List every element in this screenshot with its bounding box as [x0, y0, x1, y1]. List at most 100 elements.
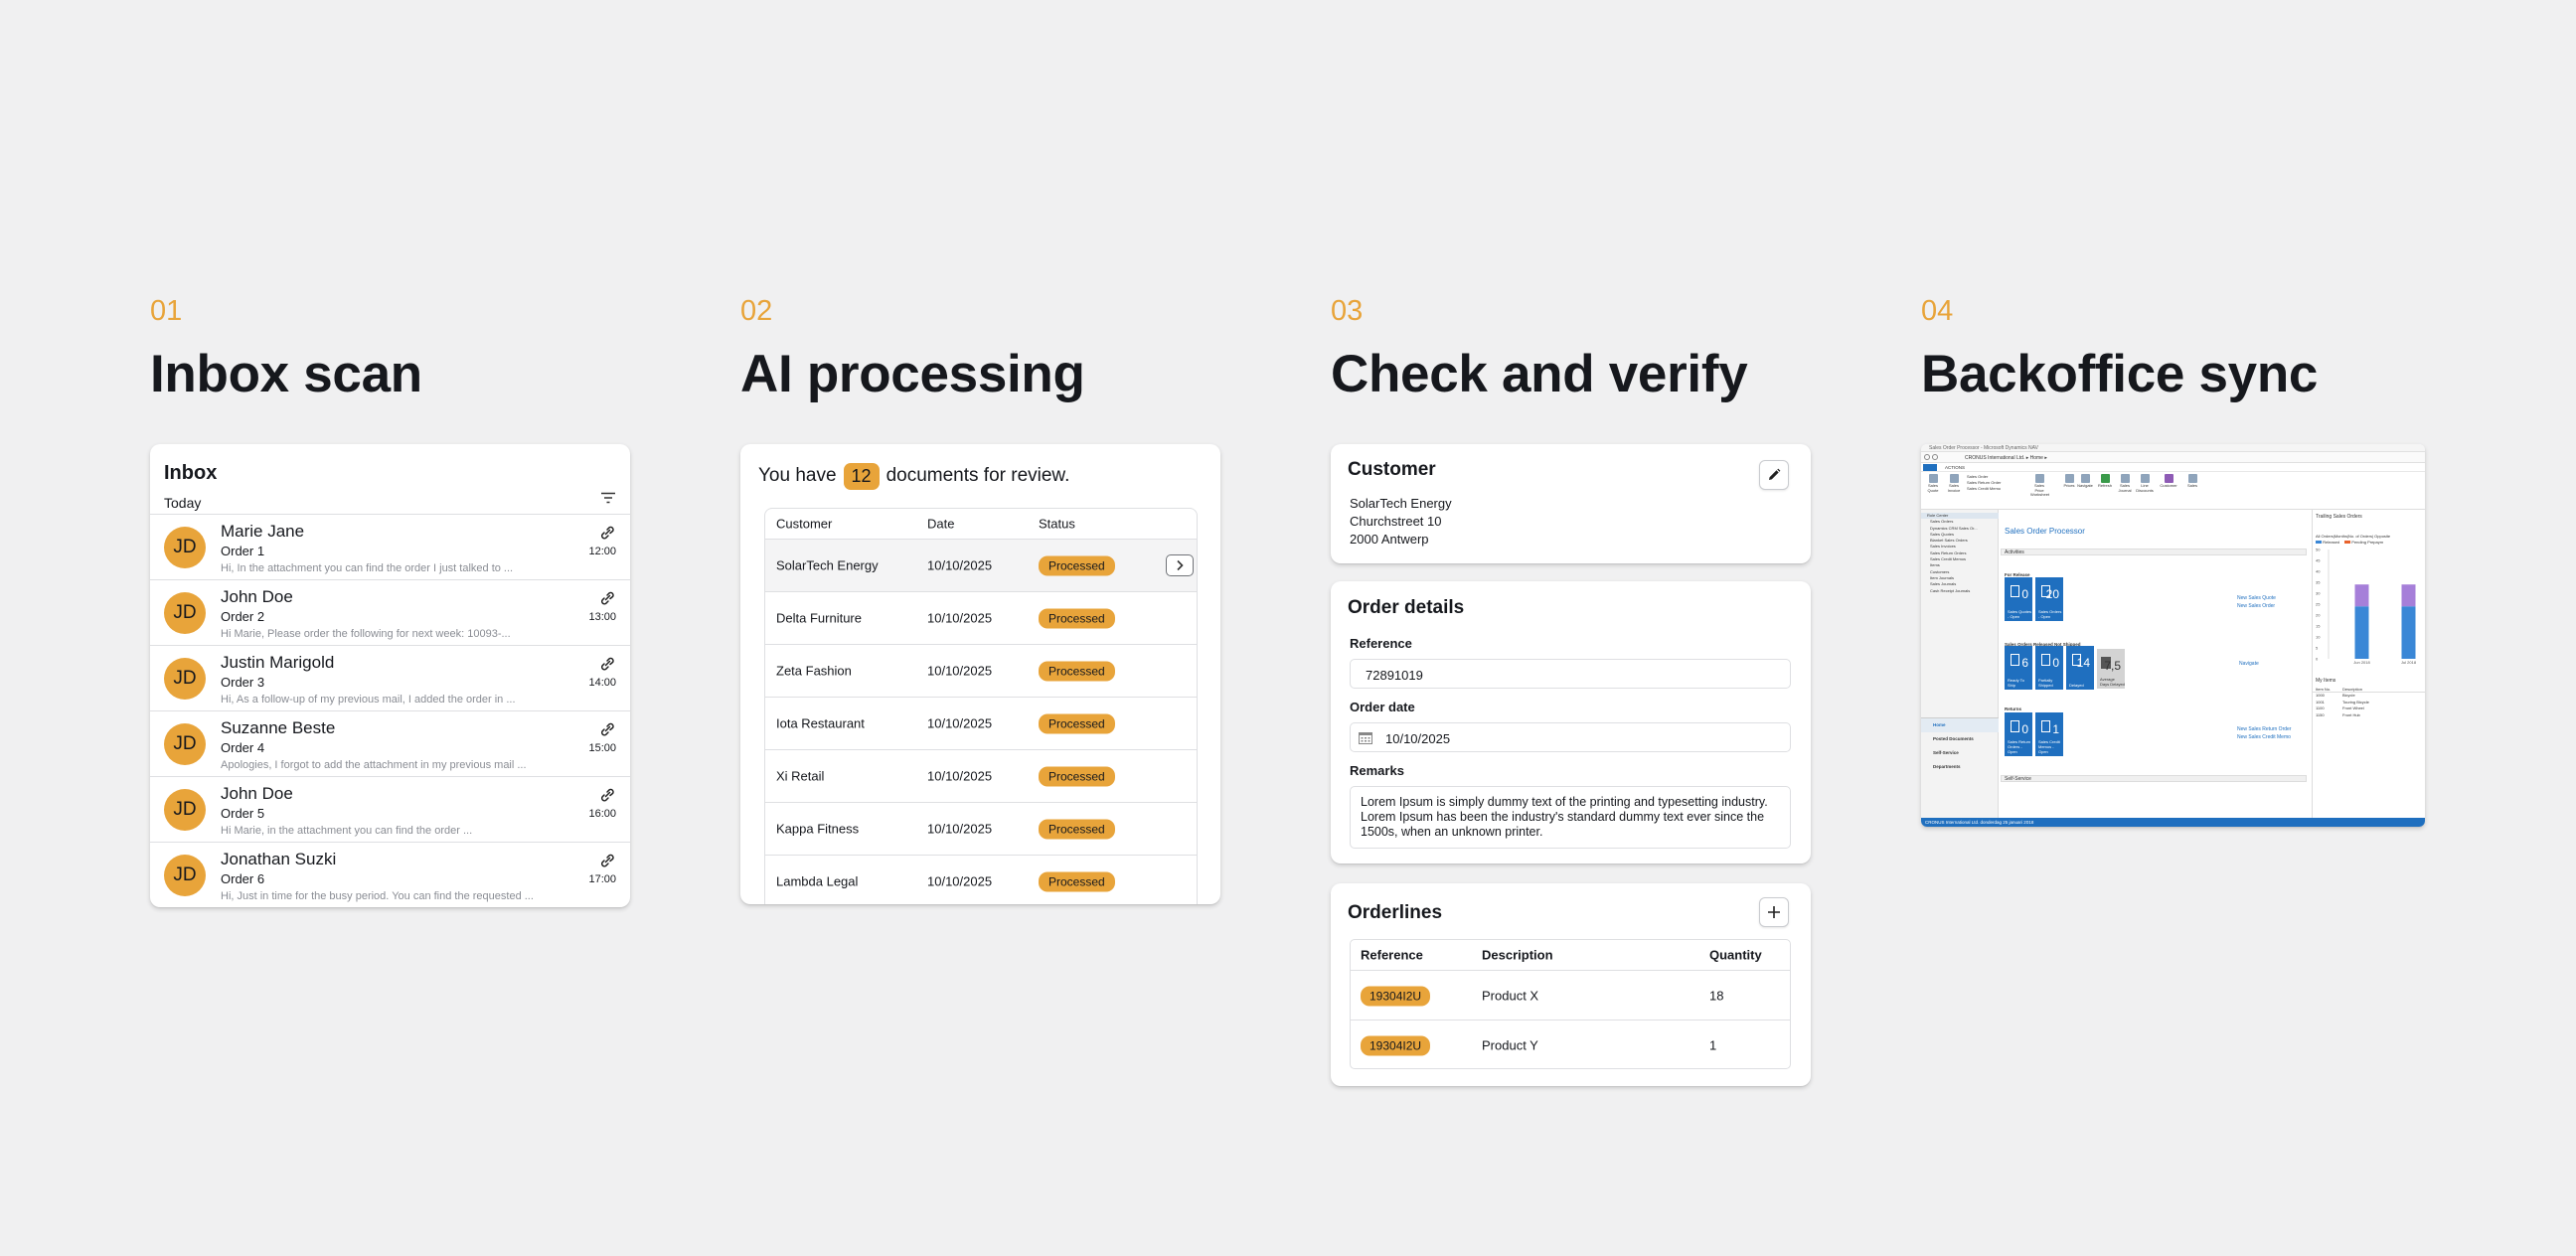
table-row[interactable]: Xi Retail 10/10/2025 Processed [765, 750, 1197, 803]
sidebar-nav-item[interactable]: Posted Documents [1921, 732, 1999, 746]
status-cell: Processed [1039, 819, 1115, 840]
activity-tile[interactable]: 1 Sales Credit Memos - Open [2035, 712, 2063, 756]
step-1: 01 Inbox scan [150, 294, 632, 407]
mail-preview: Hi, As a follow-up of my previous mail, … [221, 694, 516, 706]
avatar: JD [164, 723, 206, 765]
edit-customer-button[interactable] [1759, 460, 1789, 490]
add-orderline-button[interactable] [1759, 897, 1789, 927]
ribbon-button[interactable]: Customer [2160, 474, 2177, 489]
sidebar-nav-item[interactable]: Departments [1921, 760, 1999, 774]
remarks-field[interactable]: Lorem Ipsum is simply dummy text of the … [1350, 786, 1791, 849]
sidebar-item[interactable]: Cash Receipt Journals [1921, 588, 1999, 594]
mail-subject: Order 1 [221, 544, 265, 558]
ribbon-button[interactable]: Navigate [2076, 474, 2094, 489]
open-document-button[interactable] [1166, 554, 1194, 576]
table-row[interactable]: Delta Furniture 10/10/2025 Processed [765, 592, 1197, 645]
activity-tile[interactable]: 0 Sales Return Orders - Open [2005, 712, 2032, 756]
activity-tile[interactable]: 6 Ready To Ship [2005, 646, 2032, 690]
mail-item[interactable]: JD Jonathan Suzki Order 6 Hi, Just in time … [150, 842, 630, 907]
activities-label: Activities [2005, 550, 2024, 555]
ribbon-button[interactable]: Sales Return Order [1967, 480, 2001, 485]
chart-bar[interactable] [2401, 606, 2416, 659]
ribbon-button[interactable]: Sales Credit Memo [1967, 486, 2001, 491]
tick-label: 10 [2316, 635, 2321, 640]
legend-label: Pending Prepaym [2351, 540, 2384, 545]
forward-icon[interactable] [1932, 454, 1938, 460]
table-row[interactable]: Zeta Fashion 10/10/2025 Processed [765, 645, 1197, 698]
step-title: Backoffice sync [1921, 345, 2319, 403]
nav-link[interactable]: New Sales Credit Memo [2237, 734, 2291, 740]
table-row[interactable]: 19304I2U Product Y 1 [1351, 1020, 1790, 1070]
ribbon-button[interactable]: Sales Price Worksheet [2030, 474, 2049, 498]
mail-item[interactable]: JD John Doe Order 2 Hi Marie, Please order … [150, 579, 630, 645]
nav-link[interactable]: New Sales Order [2237, 603, 2275, 609]
status-cell: Processed [1039, 661, 1115, 682]
order-date-field[interactable]: 10/10/2025 [1350, 722, 1791, 752]
ribbon-button[interactable]: Sales Quote [1924, 474, 1942, 493]
date-cell: 10/10/2025 [927, 663, 993, 679]
mail-item[interactable]: JD Suzanne Beste Order 4 Apologies, I forgo… [150, 710, 630, 776]
activities-bar: Activities [2001, 549, 2307, 555]
mail-item[interactable]: JD Marie Jane Order 1 Hi, In the attachment… [150, 514, 630, 579]
chart-bar[interactable] [2401, 584, 2416, 607]
reference-field[interactable]: 72891019 [1350, 659, 1791, 689]
paperclip-icon [600, 591, 614, 605]
activity-tile[interactable]: 0 Partially Shipped [2035, 646, 2063, 690]
table-row[interactable]: 1150 Front Hub [2313, 712, 2425, 719]
mail-item[interactable]: JD Justin Marigold Order 3 Hi, As a follow-… [150, 645, 630, 710]
activity-tile[interactable]: 0 Sales Quotes - Open [2005, 577, 2032, 621]
chart-bar[interactable] [2354, 584, 2369, 607]
status-badge: Processed [1039, 871, 1115, 892]
status-badge: Processed [1039, 713, 1115, 734]
step-title: Check and verify [1331, 345, 1748, 403]
table-row[interactable]: SolarTech Energy 10/10/2025 Processed [765, 540, 1197, 592]
sidebar-nav-item[interactable]: Self-Service [1921, 746, 1999, 760]
sender-name: John Doe [221, 784, 293, 803]
address-path[interactable]: CRONUS International Ltd. ▸ Home ▸ [1965, 455, 2047, 461]
activity-tile[interactable]: 7,5 Average Days Delayed [2097, 649, 2125, 689]
table-row[interactable]: 19304I2U Product X 18 [1351, 971, 1790, 1020]
table-row[interactable]: Kappa Fitness 10/10/2025 Processed [765, 803, 1197, 856]
ribbon-label: Sales Journal [2118, 483, 2132, 493]
quantity-cell: 18 [1709, 988, 1724, 1003]
tile-label: Sales Quotes - Open [2008, 609, 2032, 619]
document-icon [2041, 654, 2050, 666]
app-menu-button[interactable] [1923, 464, 1937, 471]
column-header-date: Date [927, 516, 955, 532]
nav-link[interactable]: Navigate [2239, 661, 2259, 667]
filter-icon[interactable] [600, 492, 616, 504]
item-number: 1001 [2316, 699, 2325, 705]
reference-label: Reference [1350, 636, 1412, 651]
customer-cell: SolarTech Energy [776, 557, 879, 573]
sidebar-nav-item[interactable]: Home [1921, 718, 1999, 732]
chart-legend: Released Pending Prepaym [2316, 540, 2383, 545]
ribbon-tab-actions[interactable]: ACTIONS [1945, 465, 1965, 470]
table-row[interactable]: Lambda Legal 10/10/2025 Processed [765, 856, 1197, 904]
ribbon-button[interactable]: Sales [2183, 474, 2201, 489]
date-cell: 10/10/2025 [927, 821, 993, 837]
date-cell: 10/10/2025 [927, 768, 993, 784]
table-row[interactable]: Iota Restaurant 10/10/2025 Processed [765, 698, 1197, 750]
nav-link[interactable]: New Sales Quote [2237, 595, 2276, 601]
document-icon [2011, 654, 2019, 666]
chart-bar[interactable] [2354, 606, 2369, 659]
category-label: Jun 2018 [2353, 660, 2370, 665]
ribbon-icon [2034, 474, 2044, 483]
customer-name: SolarTech Energy [1350, 496, 1452, 511]
ribbon-button[interactable]: Sales Invoice [1945, 474, 1963, 493]
ribbon-button[interactable]: Sales Order [1967, 474, 1988, 479]
tick-label: 15 [2316, 624, 2321, 629]
nav-link[interactable]: New Sales Return Order [2237, 726, 2291, 732]
activity-tile[interactable]: 20 Sales Orders - Open [2035, 577, 2063, 621]
tick-label: 40 [2316, 569, 2321, 574]
mail-subject: Order 2 [221, 609, 265, 624]
mail-time: 16:00 [588, 808, 616, 820]
back-icon[interactable] [1924, 454, 1930, 460]
activity-tile[interactable]: 14 Delayed [2066, 646, 2094, 690]
ribbon-button[interactable]: Sales Journal [2116, 474, 2134, 493]
ribbon-button[interactable]: Refresh [2096, 474, 2114, 489]
date-cell: 10/10/2025 [927, 715, 993, 731]
mail-item[interactable]: JD John Doe Order 5 Hi Marie, in the attach… [150, 776, 630, 842]
tick-label: 5 [2316, 646, 2319, 651]
ribbon-button[interactable]: Line Discounts [2136, 474, 2154, 493]
